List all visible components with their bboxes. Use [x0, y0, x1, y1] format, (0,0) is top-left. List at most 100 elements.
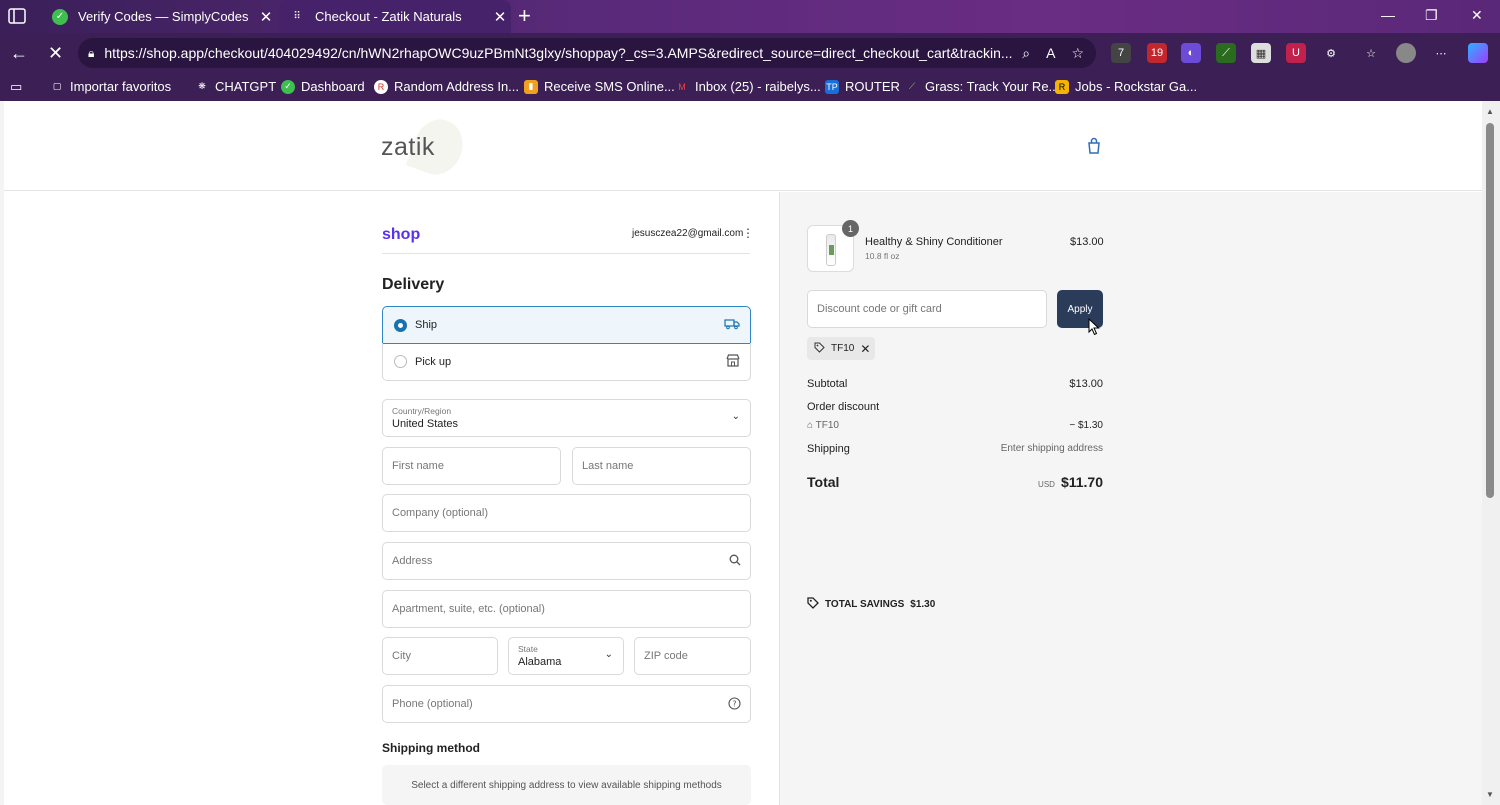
rockstar-icon: R: [1055, 79, 1069, 94]
savings-tag-icon: [807, 597, 819, 612]
order-discount-row: Order discount: [807, 401, 1103, 413]
tab-checkout[interactable]: ⠿ Checkout - Zatik Naturals ✕: [279, 0, 511, 33]
zoom-icon[interactable]: ⌕: [1022, 45, 1030, 62]
url-field[interactable]: 🔒︎ https://shop.app/checkout/404029492/c…: [78, 38, 1096, 68]
bookmark-inbox[interactable]: M Inbox (25) - raibelys...: [675, 79, 820, 94]
sms-icon: ▮: [524, 79, 538, 94]
savings-amount: $1.30: [910, 599, 936, 610]
city-field[interactable]: City: [382, 637, 498, 675]
last-name-placeholder: Last name: [582, 460, 634, 472]
state-select[interactable]: State Alabama ⌄: [508, 637, 624, 675]
shipping-row: Shipping Enter shipping address: [807, 443, 1103, 455]
company-field[interactable]: Company (optional): [382, 494, 751, 532]
truck-icon: [724, 318, 740, 333]
minimize-icon[interactable]: —: [1381, 7, 1395, 23]
tag-icon: [814, 342, 825, 356]
quantity-badge: 1: [842, 220, 859, 237]
divider: [382, 253, 750, 254]
bookmark-router[interactable]: TP ROUTER: [825, 79, 900, 94]
pickup-radio[interactable]: [394, 355, 407, 368]
applied-code: TF10: [831, 343, 855, 354]
simplycodes-icon: ✓: [52, 8, 68, 25]
extension-3-icon[interactable]: ◐: [1181, 43, 1201, 63]
extension-1-icon[interactable]: 7: [1111, 43, 1131, 63]
bookmark-rockstar[interactable]: R Jobs - Rockstar Ga...: [1055, 79, 1197, 94]
svg-text:?: ?: [732, 700, 736, 709]
restore-icon[interactable]: ❐: [1425, 7, 1438, 24]
scroll-down-icon[interactable]: ▼: [1486, 790, 1494, 799]
folder-icon: ▢: [52, 81, 62, 91]
sidebar-toggle-bookmark-icon[interactable]: ▭: [10, 79, 22, 95]
address-field[interactable]: Address: [382, 542, 751, 580]
ublock-icon[interactable]: U: [1286, 43, 1306, 63]
ship-option[interactable]: Ship: [382, 306, 751, 344]
tab-title: Checkout - Zatik Naturals: [315, 9, 462, 24]
favorites-icon[interactable]: ☆: [1361, 43, 1381, 63]
close-window-icon[interactable]: ✕: [1471, 7, 1483, 24]
country-select[interactable]: Country/Region United States ⌄: [382, 399, 751, 437]
remove-discount-icon[interactable]: ✕: [860, 342, 870, 356]
bookmarks-bar: ▭ ▢ Importar favoritos ❋ CHATGPT ✓ Dashboar…: [0, 73, 1500, 101]
shipping-value: Enter shipping address: [1000, 443, 1103, 454]
bookmark-dashboard[interactable]: ✓ Dashboard: [281, 79, 365, 94]
extensions-icon[interactable]: ⚙: [1321, 43, 1341, 63]
profile-avatar[interactable]: [1396, 43, 1416, 63]
chevron-down-icon: ⌄: [604, 649, 613, 660]
sidebar-toggle-icon[interactable]: [8, 8, 30, 26]
page-scrollbar[interactable]: ▲ ▼: [1482, 101, 1500, 805]
pickup-label: Pick up: [415, 355, 452, 368]
store-header: zatik: [4, 101, 1482, 191]
shop-logo: shop: [382, 226, 421, 243]
close-tab-icon[interactable]: ✕: [489, 8, 511, 26]
delivery-heading: Delivery: [382, 276, 445, 293]
savings-label: TOTAL SAVINGS: [825, 599, 905, 610]
currency-code: USD: [1038, 480, 1055, 489]
last-name-field[interactable]: Last name: [572, 447, 751, 485]
extension-2-icon[interactable]: 19: [1147, 43, 1167, 63]
bookmark-grass[interactable]: ⟋ Grass: Track Your Re...: [905, 79, 1060, 94]
zip-field[interactable]: ZIP code: [634, 637, 751, 675]
apartment-field[interactable]: Apartment, suite, etc. (optional): [382, 590, 751, 628]
shipping-method-notice: Select a different shipping address to v…: [382, 765, 751, 805]
read-aloud-icon[interactable]: A: [1046, 45, 1055, 62]
scrollbar-thumb[interactable]: [1486, 123, 1494, 498]
account-email: jesusczea22@gmail.com: [632, 228, 744, 239]
store-logo[interactable]: zatik: [381, 133, 435, 162]
back-icon[interactable]: ←: [10, 43, 28, 64]
address-icon: R: [374, 79, 388, 94]
bookmark-importar[interactable]: ▢ Importar favoritos: [50, 79, 171, 94]
stop-loading-icon[interactable]: ✕: [48, 43, 63, 64]
store-icon: [726, 353, 740, 370]
bookmark-chatgpt[interactable]: ❋ CHATGPT: [195, 79, 276, 94]
bookmark-random-address[interactable]: R Random Address In...: [374, 79, 519, 94]
bookmark-receive-sms[interactable]: ▮ Receive SMS Online...: [524, 79, 675, 94]
first-name-field[interactable]: First name: [382, 447, 561, 485]
grass-icon: ⟋: [908, 81, 916, 91]
company-placeholder: Company (optional): [392, 507, 488, 519]
help-icon[interactable]: ?: [728, 697, 741, 713]
ship-radio[interactable]: [394, 318, 407, 332]
account-menu-icon[interactable]: ⋮: [742, 226, 754, 240]
pickup-option[interactable]: Pick up: [382, 343, 751, 381]
discount-placeholder: Discount code or gift card: [817, 303, 942, 315]
site-info-icon[interactable]: 🔒︎: [88, 46, 94, 61]
grass-extension-icon[interactable]: ⟋: [1216, 43, 1236, 63]
tab-simplycodes[interactable]: ✓ Verify Codes — SimplyCodes ✕: [42, 0, 277, 33]
subtotal-row: Subtotal $13.00: [807, 378, 1103, 390]
close-tab-icon[interactable]: ✕: [255, 8, 277, 26]
favorite-star-icon[interactable]: ☆: [1071, 45, 1084, 62]
discount-code-input[interactable]: Discount code or gift card: [807, 290, 1047, 328]
scroll-up-icon[interactable]: ▲: [1486, 107, 1494, 116]
mouse-cursor-icon: [1088, 317, 1100, 336]
tab-bar: ✓ Verify Codes — SimplyCodes ✕ ⠿ Checkou…: [0, 0, 1500, 33]
ship-label: Ship: [415, 319, 438, 331]
subtotal-label: Subtotal: [807, 378, 848, 390]
more-menu-icon[interactable]: ⋯: [1431, 43, 1451, 63]
copilot-icon[interactable]: [1468, 43, 1488, 63]
extension-5-icon[interactable]: ▦: [1251, 43, 1271, 63]
cart-icon[interactable]: [1086, 137, 1102, 160]
product-name: Healthy & Shiny Conditioner: [865, 236, 1003, 248]
loading-icon: ⠿: [293, 11, 301, 22]
phone-field[interactable]: Phone (optional) ?: [382, 685, 751, 723]
new-tab-icon[interactable]: +: [518, 4, 531, 28]
